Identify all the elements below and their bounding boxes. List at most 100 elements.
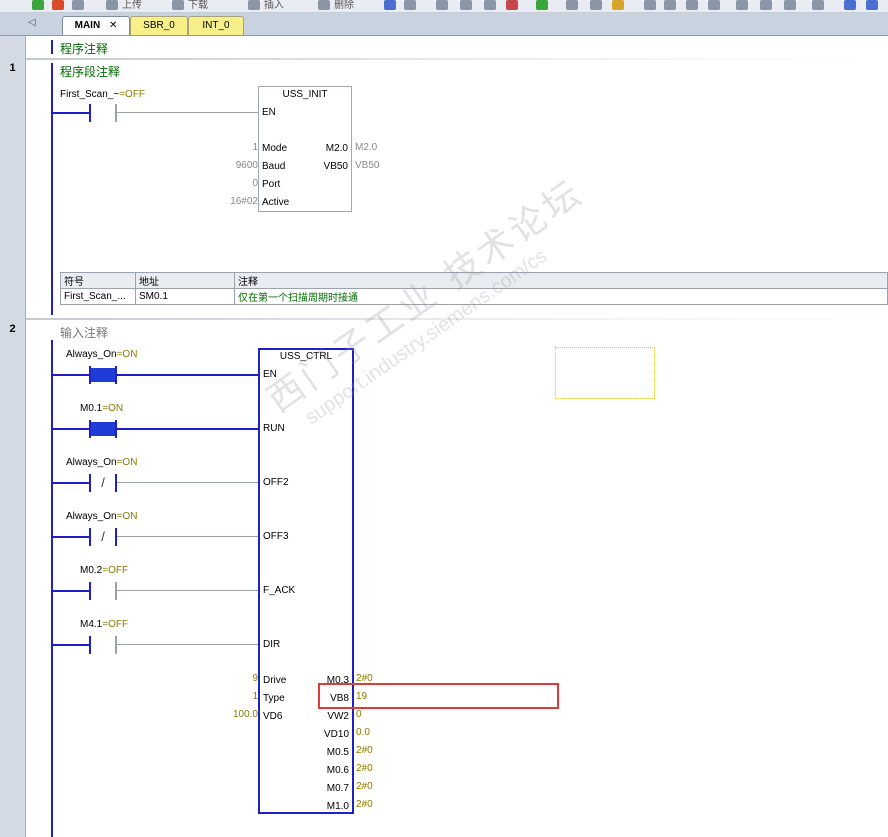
param-value: 0 — [252, 178, 258, 189]
contact-name: M0.1 — [80, 403, 103, 414]
network-comment-2[interactable]: 输入注释 — [60, 324, 108, 341]
uss-init-block[interactable]: USS_INIT EN Mode Baud Port Active M2.0 V… — [258, 86, 352, 212]
block-title: USS_INIT — [282, 89, 328, 100]
comment-cell: 仅在第一个扫描周期时接通 — [234, 288, 888, 305]
bookmark-clear-icon[interactable] — [506, 0, 518, 10]
contact-label: M0.1=ON — [80, 403, 123, 414]
toolbar: 上传 下载 插入 删除 — [0, 0, 888, 13]
tab-int0-label: INT_0 — [202, 20, 230, 31]
table-row: First_Scan_... SM0.1 仅在第一个扫描周期时接通 — [60, 288, 888, 305]
bookmark-next-icon[interactable] — [460, 0, 472, 10]
arrow-up-icon[interactable] — [664, 0, 676, 10]
network-number-1: 1 — [9, 62, 16, 74]
address-header: 地址 — [135, 272, 235, 289]
program-status-icon[interactable] — [384, 0, 396, 10]
compile-icon[interactable] — [72, 0, 84, 10]
pin-run-en: M0.5 — [326, 747, 349, 758]
contact-normally-closed[interactable]: / — [89, 528, 117, 546]
download-icon[interactable] — [172, 0, 184, 10]
contact-normally-open[interactable] — [89, 636, 117, 654]
wire — [117, 644, 259, 645]
symbol-header: 符号 — [60, 272, 136, 289]
contact-normally-open[interactable] — [89, 420, 117, 438]
tab-int0[interactable]: INT_0 — [188, 16, 244, 35]
param-value: 9600 — [235, 160, 258, 171]
symbol-table: 符号 地址 注释 First_Scan_... SM0.1 仅在第一个扫描周期时… — [60, 272, 888, 305]
arrow-right-icon[interactable] — [708, 0, 720, 10]
param-value: 16#02 — [230, 196, 258, 207]
upload-button[interactable]: 上传 — [122, 0, 142, 11]
compile-all-icon[interactable] — [536, 0, 548, 10]
contact-state: =ON — [102, 403, 124, 414]
view-dropdown-icon[interactable] — [812, 0, 824, 10]
contact-name: M4.1 — [80, 619, 103, 630]
wire — [117, 536, 259, 537]
program-comment[interactable]: 程序注释 — [60, 40, 108, 57]
delete-icon[interactable] — [318, 0, 330, 10]
contact-normally-open[interactable] — [89, 366, 117, 384]
pin-en: EN — [263, 369, 277, 380]
contact-normally-closed[interactable]: / — [89, 474, 117, 492]
close-icon[interactable]: ✕ — [109, 20, 117, 31]
download-button[interactable]: 下载 — [188, 0, 208, 11]
wire — [53, 536, 89, 538]
trend-icon[interactable] — [404, 0, 416, 10]
delete-button[interactable]: 删除 — [334, 0, 354, 11]
key-icon[interactable] — [612, 0, 624, 10]
contact-insert-icon[interactable] — [736, 0, 748, 10]
editor-tab-bar: ◁ MAIN ✕ SBR_0 INT_0 — [0, 13, 888, 36]
pin-active: Active — [262, 197, 290, 208]
output-value: 2#0 — [356, 781, 373, 792]
contact-state: =ON — [116, 457, 138, 468]
pin-fault: M1.0 — [326, 801, 349, 812]
lock-icon[interactable] — [566, 0, 578, 10]
tab-sbr0-label: SBR_0 — [143, 20, 175, 31]
contact-label-first-scan: First_Scan_~=OFF — [60, 89, 146, 100]
table-icon[interactable] — [844, 0, 856, 10]
insert-icon[interactable] — [248, 0, 260, 10]
pin-port: Port — [262, 179, 281, 190]
pin-en: EN — [262, 107, 276, 118]
wire — [53, 428, 89, 430]
uss-ctrl-block[interactable]: USS_CTRL EN RUN OFF2 OFF3 F_ACK DIR Driv… — [258, 348, 354, 814]
output-value: 2#0 — [356, 745, 373, 756]
contact-first-scan[interactable] — [89, 104, 117, 122]
output-value: 2#0 — [356, 763, 373, 774]
param-value: 1 — [252, 691, 258, 702]
line-icon[interactable] — [686, 0, 698, 10]
block-title: USS_CTRL — [279, 351, 333, 362]
pin-off2: OFF2 — [263, 477, 289, 488]
network-comment-1[interactable]: 程序段注释 — [60, 63, 120, 80]
divider — [26, 58, 888, 60]
upload-icon[interactable] — [106, 0, 118, 10]
insert-button[interactable]: 插入 — [264, 0, 284, 11]
contact-state: =OFF — [102, 565, 129, 576]
wire — [117, 112, 259, 113]
box-insert-icon[interactable] — [784, 0, 796, 10]
bookmark-icon[interactable] — [436, 0, 448, 10]
pin-done: M2.0 — [325, 143, 348, 154]
pin-drive: Drive — [263, 675, 287, 686]
wire — [53, 644, 89, 646]
bookmark-prev-icon[interactable] — [484, 0, 496, 10]
pin-d-dir: M0.6 — [326, 765, 349, 776]
tab-scroll-left-icon[interactable]: ◁ — [28, 17, 36, 28]
tab-main-label: MAIN — [74, 20, 101, 31]
run-icon[interactable] — [32, 0, 44, 10]
pin-off3: OFF3 — [263, 531, 289, 542]
wire — [117, 374, 259, 376]
arrow-branch-icon[interactable] — [644, 0, 656, 10]
grid-icon[interactable] — [866, 0, 878, 10]
coil-insert-icon[interactable] — [760, 0, 772, 10]
tab-main[interactable]: MAIN ✕ — [62, 16, 130, 35]
comment-header: 注释 — [234, 272, 888, 289]
contact-normally-open[interactable] — [89, 582, 117, 600]
contact-label: Always_On=ON — [66, 349, 137, 360]
power-rail-2 — [51, 340, 53, 837]
contact-label: Always_On=ON — [66, 457, 137, 468]
contact-state: =OFF — [102, 619, 129, 630]
unlock-icon[interactable] — [590, 0, 602, 10]
tab-sbr0[interactable]: SBR_0 — [130, 16, 188, 35]
wire — [117, 428, 259, 430]
stop-icon[interactable] — [52, 0, 64, 10]
